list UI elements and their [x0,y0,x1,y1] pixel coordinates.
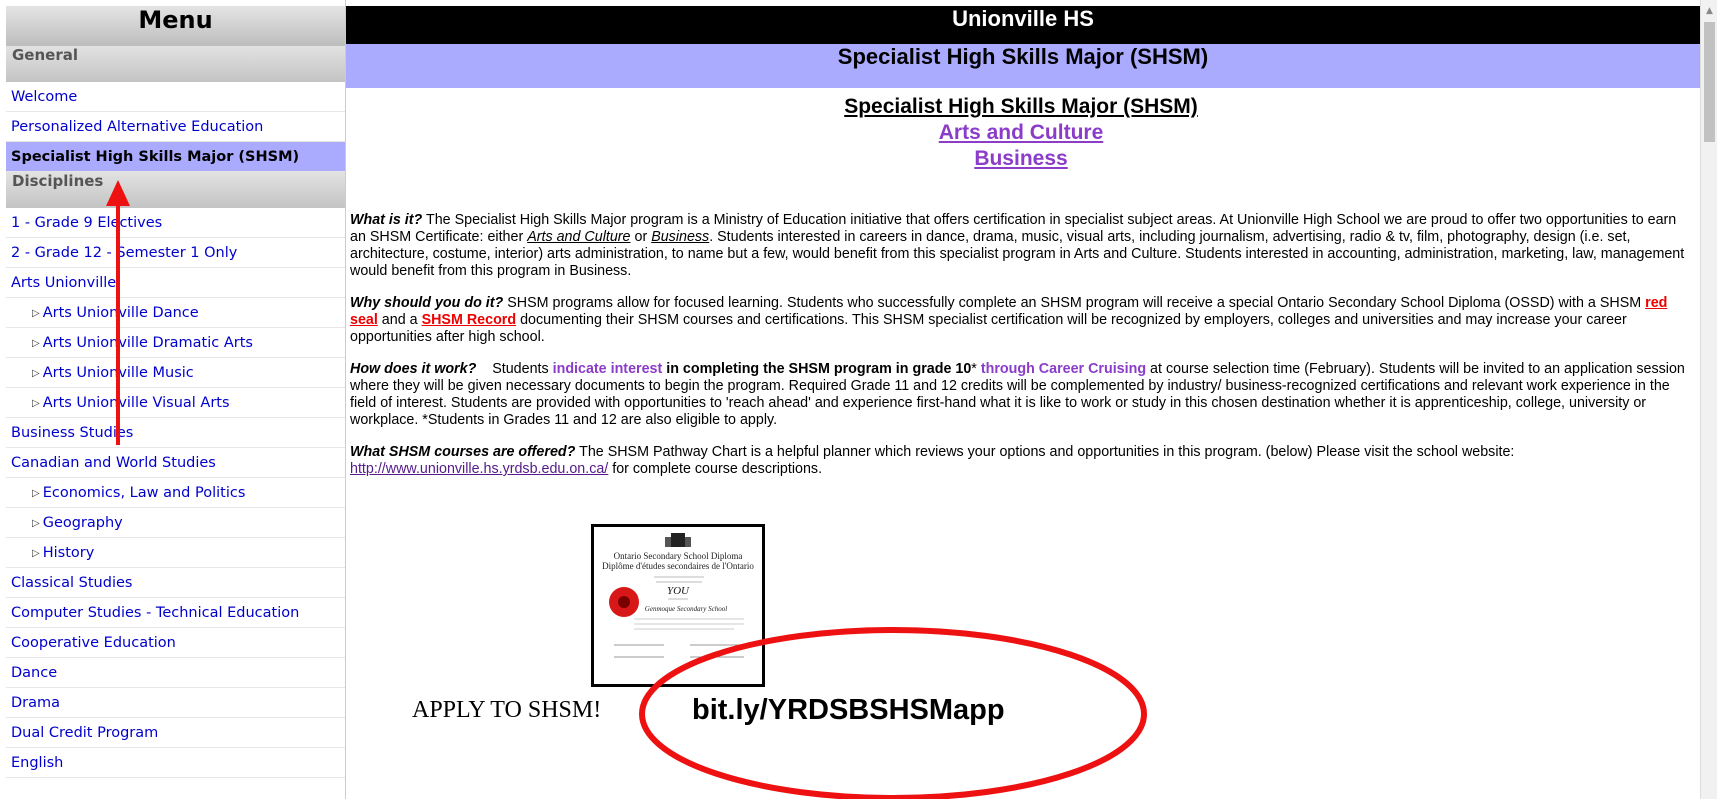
page-title: Specialist High Skills Major (SHSM) [346,44,1700,88]
apply-label: APPLY TO SHSM! [412,697,602,723]
sidebar-item-arts-dramatic-arts[interactable]: ▷ Arts Unionville Dramatic Arts [6,328,345,358]
paragraph-courses: What SHSM courses are offered? The SHSM … [350,444,1692,478]
question-label: What is it? [350,212,423,228]
diploma-line-2: Diplôme d'études secondaires de l'Ontari… [602,561,754,571]
paragraph-text: * [971,361,981,377]
shsm-record-link[interactable]: SHSM Record [422,312,517,328]
sidebar-item-welcome[interactable]: Welcome [6,82,345,112]
sidebar-item-shsm[interactable]: Specialist High Skills Major (SHSM) [6,142,345,172]
sidebar-item-label: Economics, Law and Politics [42,485,246,501]
triangle-right-icon: ▷ [32,548,40,559]
triangle-right-icon: ▷ [32,338,40,349]
paragraph-text: The SHSM Pathway Chart is a helpful plan… [575,444,1515,460]
content-heading-block: Specialist High Skills Major (SHSM) Arts… [350,94,1692,172]
question-label: What SHSM courses are offered? [350,444,576,460]
paragraph-text: documenting their SHSM courses and certi… [350,312,1627,345]
sidebar-item-arts-visual-arts[interactable]: ▷ Arts Unionville Visual Arts [6,388,345,418]
question-label: Why should you do it? [350,295,504,311]
sidebar-item-computer-studies[interactable]: Computer Studies - Technical Education [6,598,345,628]
triangle-right-icon: ▷ [32,368,40,379]
sidebar-item-arts-music[interactable]: ▷ Arts Unionville Music [6,358,345,388]
sidebar-item-personalized-alternative-education[interactable]: Personalized Alternative Education [6,112,345,142]
nav-section-general: General [6,46,345,82]
triangle-right-icon: ▷ [32,398,40,409]
menu-title: Menu [6,6,345,46]
sidebar-item-label: Arts Unionville Dance [42,305,199,321]
paragraph-text: Students [476,361,553,377]
paragraph-how: How does it work? Students indicate inte… [350,361,1692,429]
indicate-interest-text: indicate interest [552,361,663,377]
arts-culture-inline-link[interactable]: Arts and Culture [527,229,630,245]
diploma-graphic: Ontario Secondary School Diploma Diplôme… [602,533,754,658]
sidebar-item-history[interactable]: ▷ History [6,538,345,568]
diploma-name: YOU [667,585,690,597]
coat-of-arms-icon [665,533,691,547]
scroll-up-arrow-icon[interactable]: ▲ [1701,6,1717,20]
sidebar-item-drama[interactable]: Drama [6,688,345,718]
diploma-school: Genmoque Secondary School [645,605,727,613]
sidebar-item-arts-dance[interactable]: ▷ Arts Unionville Dance [6,298,345,328]
sidebar-item-dual-credit[interactable]: Dual Credit Program [6,718,345,748]
sidebar-item-classical-studies[interactable]: Classical Studies [6,568,345,598]
sidebar-item-label: Arts Unionville Dramatic Arts [42,335,253,351]
paragraph-text: SHSM programs allow for focused learning… [503,295,1646,311]
scrollbar-thumb[interactable] [1704,22,1715,142]
arts-culture-link[interactable]: Arts and Culture [350,120,1692,146]
school-website-link[interactable]: http://www.unionville.hs.yrdsb.edu.on.ca… [350,461,608,477]
sidebar-item-label: Arts Unionville Music [42,365,194,381]
diploma-image: Ontario Secondary School Diploma Diplôme… [591,524,765,687]
sidebar-item-geography[interactable]: ▷ Geography [6,508,345,538]
sidebar-item-canadian-world-studies[interactable]: Canadian and World Studies [6,448,345,478]
question-label: How does it work? [350,361,477,377]
paragraph-why: Why should you do it? SHSM programs allo… [350,295,1692,346]
paragraph-text: for complete course descriptions. [608,461,823,477]
paragraph-what-is-it: What is it? The Specialist High Skills M… [350,212,1692,280]
sidebar-menu: Menu General Welcome Personalized Altern… [0,0,346,799]
triangle-right-icon: ▷ [32,308,40,319]
paragraph-text: and a [377,312,422,328]
sidebar-item-label: Arts Unionville Visual Arts [42,395,230,411]
paragraph-bold-text: in completing the SHSM program in grade … [662,361,972,377]
triangle-right-icon: ▷ [32,488,40,499]
diploma-line-1: Ontario Secondary School Diploma [614,551,743,561]
sidebar-item-dance[interactable]: Dance [6,658,345,688]
sidebar-item-grade9-electives[interactable]: 1 - Grade 9 Electives [6,208,345,238]
vertical-scrollbar[interactable]: ▲ [1700,0,1717,799]
paragraph-text: or [630,229,652,245]
main-content: Unionville HS Specialist High Skills Maj… [346,0,1700,799]
school-title: Unionville HS [346,6,1700,44]
content-heading: Specialist High Skills Major (SHSM) [844,95,1198,118]
career-cruising-text: through Career Cruising [980,361,1147,377]
apply-link[interactable]: bit.ly/YRDSBSHSMapp [692,694,1005,727]
content-body: Specialist High Skills Major (SHSM) Arts… [346,94,1700,478]
sidebar-item-english[interactable]: English [6,748,345,778]
sidebar-item-label: History [42,545,95,561]
sidebar-item-business-studies[interactable]: Business Studies [6,418,345,448]
nav-section-disciplines: Disciplines [6,172,345,208]
sidebar-item-arts-unionville[interactable]: Arts Unionville [6,268,345,298]
business-inline-link[interactable]: Business [651,229,709,245]
triangle-right-icon: ▷ [32,518,40,529]
sidebar-item-label: Geography [42,515,123,531]
sidebar-item-economics-law-politics[interactable]: ▷ Economics, Law and Politics [6,478,345,508]
sidebar-item-cooperative-education[interactable]: Cooperative Education [6,628,345,658]
business-link[interactable]: Business [350,146,1692,172]
sidebar-item-grade12-semester1[interactable]: 2 - Grade 12 - Semester 1 Only [6,238,345,268]
